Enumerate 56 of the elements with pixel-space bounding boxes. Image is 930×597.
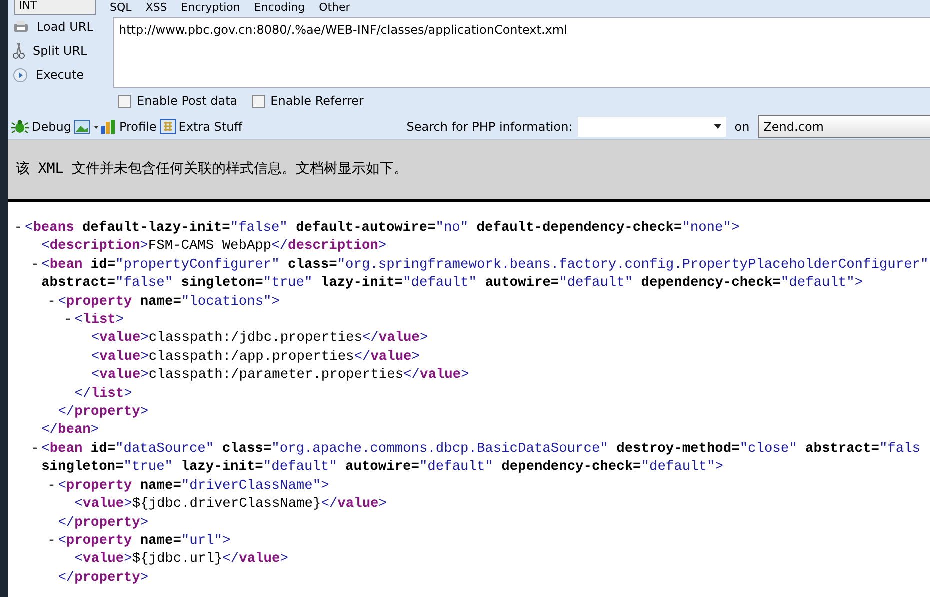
xml-line: <list> [74,312,124,330]
xml-line: <value>${jdbc.driverClassName}</value> [74,496,387,514]
picture-icon[interactable] [74,120,100,134]
extra-button[interactable]: Extra Stuff [176,118,246,136]
xml-line: abstract="false" singleton="true" lazy-init="default" autowire="default" dependency-check="default"> [42,275,864,294]
xml-line: <property name="driverClassName"> [58,478,330,496]
xml-line: </property> [58,404,149,422]
split-url-button[interactable]: Split URL [33,43,88,59]
checkbox-label: Enable Referrer [270,94,364,108]
collapse-toggle[interactable]: - [45,294,58,312]
on-label: on [734,118,750,136]
xml-line: singleton="true" lazy-init="default" autowire="default" dependency-check="default"> [42,459,724,478]
collapse-toggle[interactable]: - [28,440,42,460]
collapse-toggle[interactable]: - [45,478,58,496]
xml-line: </property> [58,514,149,532]
collapse-toggle[interactable]: - [45,532,58,552]
load-url-button[interactable]: Load URL [37,19,94,35]
menu-item[interactable]: Encryption [181,1,240,15]
checkbox[interactable] [252,95,265,108]
collapse-toggle[interactable]: - [28,256,42,276]
play-icon [13,68,28,82]
xml-line: <description>FSM-CAMS WebApp</description> [42,238,387,256]
url-field[interactable]: http://www.pbc.gov.cn:8080/.%ae/WEB-INF/classes/applicationContext.xml [113,17,930,88]
xml-line: </bean> [42,422,100,440]
xml-line: <value>${jdbc.url}</value> [74,551,288,570]
grid-icon[interactable] [160,119,176,134]
site-dropdown[interactable]: Zend.com [758,115,930,138]
collapse-toggle[interactable]: - [12,220,25,238]
search-label: Search for PHP information: [406,118,573,136]
execute-url-button[interactable]: Execute [36,67,84,83]
collapse-toggle[interactable]: - [62,312,75,330]
debug-button[interactable]: Debug [29,118,74,136]
xml-line: <beans default-lazy-init="false" default-autowire="no" default-dependency-check="none"> [25,220,740,238]
checkbox[interactable] [118,95,131,108]
xml-line: <property name="url"> [58,532,231,551]
xml-line: <value>classpath:/jdbc.properties</value> [91,330,428,348]
bug-icon[interactable] [11,118,29,134]
menu-item[interactable]: Other [319,1,350,15]
info-message: 该 XML 文件并未包含任何关联的样式信息。文档树显示如下。 [8,140,930,202]
bar-chart-icon[interactable] [100,118,116,134]
xml-line: <property name="locations"> [58,294,280,312]
xml-line: <value>classpath:/parameter.properties</value> [91,367,470,386]
checkbox-label: Enable Post data [137,94,238,108]
menu-item[interactable]: Encoding [254,1,306,15]
xml-line: <bean id="dataSource" class="org.apache.commons.dbcp.BasicDataSource" destroy-method="close" abstract="fals [42,440,921,459]
caret-icon [714,124,722,129]
profile-button[interactable]: Profile [116,118,160,136]
injection-dropdown[interactable]: INT [14,0,96,15]
menu-item[interactable]: XSS [146,1,168,15]
xml-line: <value>classpath:/app.properties</value> [91,348,420,367]
printer-icon [13,20,29,34]
scissors-icon [13,42,25,60]
menu-item[interactable]: SQL [110,1,132,15]
xml-line: <bean id="propertyConfigurer" class="org.springframework.beans.factory.config.PropertyPlaceholderConfigurer" [42,256,929,275]
xml-line: </property> [58,570,149,588]
xml-line: </list> [74,386,132,404]
